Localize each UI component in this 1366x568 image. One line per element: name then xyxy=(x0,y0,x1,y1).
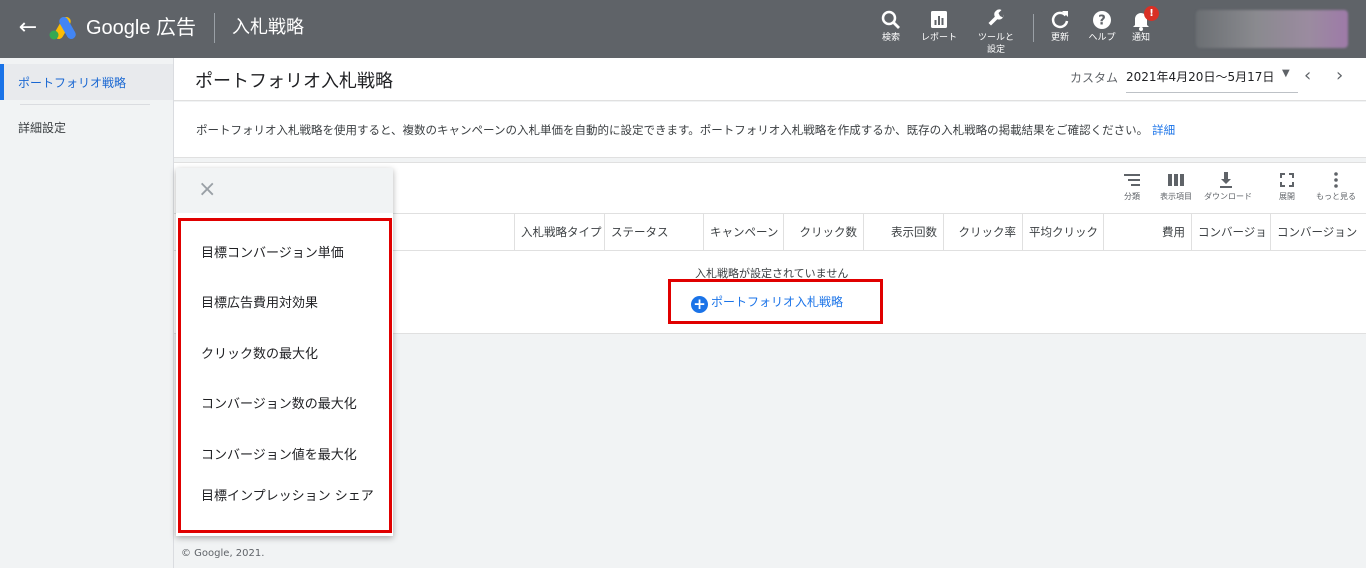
download-button[interactable]: ダウンロード xyxy=(1204,169,1252,209)
segment-icon xyxy=(1124,174,1140,186)
sidebar-item-advanced-settings[interactable]: 詳細設定 xyxy=(18,119,66,136)
notifications-label: 通知 xyxy=(1131,33,1150,43)
toolbar-divider xyxy=(1033,14,1034,42)
search-icon xyxy=(881,10,900,29)
column-header-status[interactable]: ステータス xyxy=(604,214,703,250)
highlight-box: + ポートフォリオ入札戦略 xyxy=(668,279,883,324)
menu-item-target-roas[interactable]: 目標広告費用対効果 xyxy=(201,293,381,315)
sidebar-divider xyxy=(20,104,150,105)
account-switcher[interactable] xyxy=(1196,10,1348,48)
learn-more-link[interactable]: 詳細 xyxy=(1152,123,1175,137)
help-icon: ? xyxy=(1093,11,1111,29)
menu-highlight-box: 目標コンバージョン単価 目標広告費用対効果 クリック数の最大化 コンバージョン数… xyxy=(178,218,392,533)
page-header: ポートフォリオ入札戦略 カスタム 2021年4月20日～5月17日 ▼ ‹ › xyxy=(174,58,1366,101)
search-button[interactable]: 検索 xyxy=(866,8,916,54)
info-description: ポートフォリオ入札戦略を使用すると、複数のキャンペーンの入札単価を自動的に設定で… xyxy=(196,123,1149,137)
info-text: ポートフォリオ入札戦略を使用すると、複数のキャンペーンの入札単価を自動的に設定で… xyxy=(196,122,1175,138)
expand-button[interactable]: 展開 xyxy=(1265,169,1309,209)
svg-text:?: ? xyxy=(1098,14,1106,29)
chevron-right-icon[interactable]: › xyxy=(1336,66,1343,86)
menu-item-target-impression-share[interactable]: 目標インプレッション シェア xyxy=(201,486,381,508)
date-range-label: カスタム xyxy=(1070,71,1119,85)
menu-header: × xyxy=(176,168,393,213)
date-range-underline xyxy=(1126,92,1298,93)
segment-label: 分類 xyxy=(1124,192,1140,201)
notification-badge: ! xyxy=(1144,6,1159,21)
add-portfolio-strategy-button[interactable]: + ポートフォリオ入札戦略 xyxy=(691,292,844,313)
info-banner: ポートフォリオ入札戦略を使用すると、複数のキャンペーンの入札単価を自動的に設定で… xyxy=(174,102,1366,158)
download-icon xyxy=(1220,172,1232,188)
column-header-conversion-value[interactable]: コンバージョン xyxy=(1270,214,1366,250)
reports-button[interactable]: レポート xyxy=(914,8,964,54)
tools-settings-button[interactable]: ツールと設定 xyxy=(971,8,1021,55)
sidebar-item-portfolio-strategy[interactable]: ポートフォリオ戦略 xyxy=(0,64,173,100)
top-app-bar: ← Google 広告 入札戦略 検索 レポート ツールと設定 更新 ? ヘルプ… xyxy=(0,0,1366,58)
wrench-icon xyxy=(988,9,1004,26)
column-header-bid-strategy-type[interactable]: 入札戦略タイプ xyxy=(514,214,604,250)
footer-copyright: © Google, 2021. xyxy=(181,548,265,559)
column-header-cost[interactable]: 費用 xyxy=(1103,214,1191,250)
add-portfolio-strategy-label: ポートフォリオ入札戦略 xyxy=(711,295,844,309)
fullscreen-icon xyxy=(1280,173,1294,187)
menu-item-maximize-conversion-value[interactable]: コンバージョン値を最大化 xyxy=(201,445,381,467)
column-header-ctr[interactable]: クリック率 xyxy=(943,214,1022,250)
column-header-clicks[interactable]: クリック数 xyxy=(783,214,863,250)
caret-down-icon[interactable]: ▼ xyxy=(1282,68,1290,79)
sidebar: ポートフォリオ戦略 詳細設定 xyxy=(0,58,174,568)
more-button[interactable]: もっと見る xyxy=(1314,169,1358,209)
more-label: もっと見る xyxy=(1316,192,1356,201)
column-header-conversions[interactable]: コンバージョ xyxy=(1191,214,1270,250)
date-range-picker[interactable]: 2021年4月20日～5月17日 xyxy=(1126,68,1274,85)
page-title: ポートフォリオ入札戦略 xyxy=(195,71,393,92)
notifications-button[interactable]: 通知 ! xyxy=(1116,6,1166,54)
refresh-icon xyxy=(1051,11,1069,29)
header-divider xyxy=(214,13,215,43)
expand-label: 展開 xyxy=(1279,192,1295,201)
brand-name[interactable]: Google 広告 xyxy=(86,14,196,42)
tools-settings-label: ツールと設定 xyxy=(977,33,1014,55)
menu-item-maximize-clicks[interactable]: クリック数の最大化 xyxy=(201,344,381,366)
column-header-campaigns[interactable]: キャンペーン xyxy=(703,214,783,250)
search-label: 検索 xyxy=(881,33,900,43)
close-icon[interactable]: × xyxy=(198,178,216,202)
more-vert-icon xyxy=(1334,172,1338,188)
columns-button[interactable]: 表示項目 xyxy=(1154,169,1198,209)
columns-label: 表示項目 xyxy=(1160,192,1192,201)
menu-item-target-cpa[interactable]: 目標コンバージョン単価 xyxy=(201,243,381,265)
column-header-avg-cpc[interactable]: 平均クリック xyxy=(1022,214,1103,250)
columns-icon xyxy=(1168,174,1184,186)
chevron-left-icon[interactable]: ‹ xyxy=(1304,66,1311,86)
google-ads-logo-icon xyxy=(49,17,76,40)
arrow-left-icon[interactable]: ← xyxy=(14,14,42,42)
menu-item-maximize-conversions[interactable]: コンバージョン数の最大化 xyxy=(201,394,381,416)
strategy-type-menu: × 目標コンバージョン単価 目標広告費用対効果 クリック数の最大化 コンバージョ… xyxy=(176,168,393,536)
add-circle-icon: + xyxy=(691,296,708,313)
segment-button[interactable]: 分類 xyxy=(1110,169,1154,209)
column-header-impressions[interactable]: 表示回数 xyxy=(863,214,943,250)
download-label: ダウンロード xyxy=(1204,192,1252,201)
page-name: 入札戦略 xyxy=(232,17,304,38)
sidebar-item-label: ポートフォリオ戦略 xyxy=(18,76,127,90)
bar-chart-icon xyxy=(931,11,947,28)
reports-label: レポート xyxy=(920,33,957,43)
